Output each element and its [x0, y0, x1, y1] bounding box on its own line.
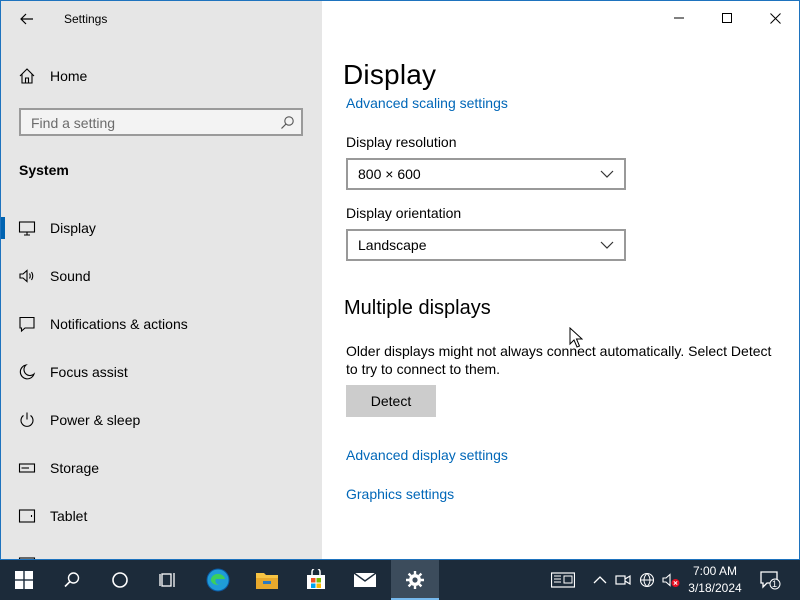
- system-clock[interactable]: 7:00 AM 3/18/2024: [682, 563, 748, 597]
- chevron-up-icon[interactable]: [592, 572, 608, 588]
- cortana-button[interactable]: [96, 560, 144, 600]
- main-content: Display Advanced scaling settings Displa…: [322, 1, 799, 559]
- advanced-display-settings-link[interactable]: Advanced display settings: [346, 447, 508, 463]
- resolution-value: 800 × 600: [358, 166, 421, 182]
- back-arrow-icon: [20, 13, 33, 25]
- storage-icon: [18, 463, 36, 473]
- notification-icon: [19, 316, 35, 333]
- volume-muted-icon[interactable]: [662, 572, 680, 588]
- sidebar-item-label: Display: [50, 220, 96, 236]
- notification-icon: [760, 571, 781, 590]
- close-button[interactable]: [751, 1, 799, 35]
- close-icon: [769, 12, 781, 24]
- taskbar: 7:00 AM 3/18/2024 1: [0, 560, 800, 600]
- clock-date: 3/18/2024: [688, 581, 742, 595]
- sidebar-item-display[interactable]: Display: [1, 208, 322, 248]
- moon-icon: [19, 364, 36, 380]
- search-icon: [64, 572, 80, 588]
- sidebar-item-label: Power & sleep: [50, 412, 141, 428]
- app-title: Settings: [64, 12, 108, 26]
- multiple-displays-heading: Multiple displays: [344, 297, 491, 319]
- sidebar-item-sound[interactable]: Sound: [1, 256, 322, 296]
- file-explorer-icon: [256, 573, 278, 589]
- sidebar-item-storage[interactable]: Storage: [1, 448, 322, 488]
- search-placeholder: Find a setting: [31, 115, 116, 131]
- maximize-button[interactable]: [703, 1, 751, 35]
- home-label: Home: [50, 68, 88, 84]
- home-icon: [19, 68, 35, 84]
- sidebar-item-label: Sound: [50, 268, 91, 284]
- speaker-icon: [19, 269, 34, 283]
- title-bar: Settings: [1, 1, 322, 37]
- page-title: Display: [343, 59, 437, 90]
- start-button[interactable]: [0, 560, 48, 600]
- graphics-settings-link[interactable]: Graphics settings: [346, 486, 454, 502]
- news-widget-icon[interactable]: [551, 572, 575, 588]
- resolution-label: Display resolution: [346, 134, 457, 150]
- meet-now-icon[interactable]: [615, 572, 631, 588]
- sidebar-item-label: Focus assist: [50, 364, 128, 380]
- sidebar-item-label: Tablet: [50, 508, 88, 524]
- detect-button[interactable]: Detect: [346, 385, 436, 417]
- advanced-scaling-link[interactable]: Advanced scaling settings: [346, 95, 508, 111]
- chevron-down-icon: [600, 241, 614, 249]
- file-explorer-button[interactable]: [243, 560, 291, 600]
- sidebar-item-notifications[interactable]: Notifications & actions: [1, 304, 322, 344]
- cortana-icon: [112, 572, 128, 588]
- orientation-dropdown[interactable]: Landscape: [346, 229, 626, 261]
- back-button[interactable]: [9, 5, 45, 33]
- power-icon: [20, 412, 34, 427]
- task-view-button[interactable]: [144, 560, 192, 600]
- monitor-icon: [18, 221, 36, 236]
- resolution-dropdown[interactable]: 800 × 600: [346, 158, 626, 190]
- network-icon[interactable]: [639, 572, 655, 588]
- multitasking-icon: [18, 557, 36, 559]
- taskbar-search-button[interactable]: [48, 560, 96, 600]
- sidebar-item-focus-assist[interactable]: Focus assist: [1, 352, 322, 392]
- action-center-button[interactable]: 1: [750, 560, 790, 600]
- maximize-icon: [722, 13, 732, 23]
- mouse-cursor-icon: [569, 327, 583, 348]
- section-title: System: [19, 162, 69, 178]
- chevron-down-icon: [600, 170, 614, 178]
- settings-gear-icon: [406, 571, 424, 589]
- mail-icon: [353, 572, 377, 587]
- search-input[interactable]: Find a setting: [19, 108, 303, 136]
- edge-icon: [206, 568, 230, 592]
- sidebar: Settings Home Find a setting System Disp…: [1, 1, 322, 559]
- orientation-value: Landscape: [358, 237, 427, 253]
- minimize-button[interactable]: [655, 1, 703, 35]
- sidebar-item-label: Notifications & actions: [50, 316, 188, 332]
- sidebar-item-power-sleep[interactable]: Power & sleep: [1, 400, 322, 440]
- sidebar-item-label: Storage: [50, 460, 100, 476]
- mail-button[interactable]: [341, 560, 389, 600]
- task-view-icon: [159, 573, 175, 587]
- sidebar-item-home[interactable]: Home: [1, 59, 322, 93]
- store-icon: [307, 569, 325, 589]
- settings-window: Settings Home Find a setting System Disp…: [0, 0, 800, 560]
- sidebar-item-tablet[interactable]: Tablet: [1, 496, 322, 536]
- minimize-icon: [674, 17, 684, 19]
- search-icon: [281, 116, 294, 129]
- sidebar-item-partial[interactable]: [1, 544, 322, 559]
- notification-count-badge: 1: [772, 579, 778, 589]
- store-button[interactable]: [292, 560, 340, 600]
- multiple-displays-description: Older displays might not always connect …: [346, 343, 772, 377]
- settings-taskbar-button[interactable]: [391, 560, 439, 600]
- edge-button[interactable]: [194, 560, 242, 600]
- window-controls: [655, 1, 799, 35]
- clock-time: 7:00 AM: [692, 564, 738, 578]
- start-icon: [15, 571, 33, 589]
- tablet-icon: [18, 509, 36, 523]
- orientation-label: Display orientation: [346, 205, 462, 221]
